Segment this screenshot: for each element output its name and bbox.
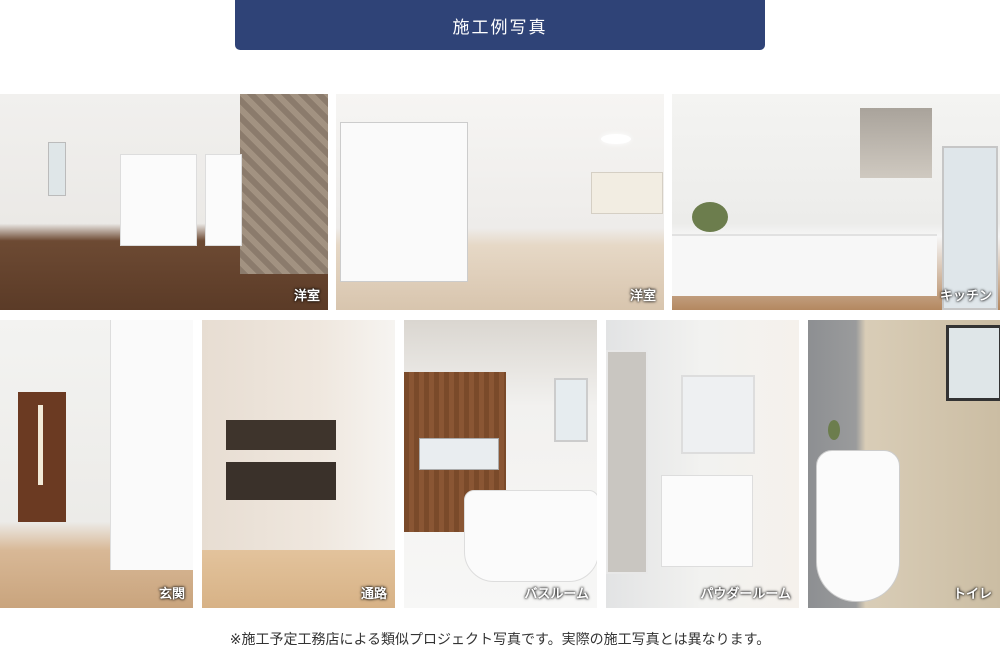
niche-shelf-upper	[226, 420, 336, 450]
window	[554, 378, 588, 442]
photo-entrance: 玄関	[0, 320, 193, 608]
closet-doors	[120, 154, 197, 246]
disclaimer-note: ※施工予定工務店による類似プロジェクト写真です。実際の施工写真とは異なります。	[229, 632, 771, 648]
bathtub	[464, 490, 597, 582]
kitchen-counter	[672, 234, 937, 296]
bathroom-door	[606, 350, 648, 574]
section-title: 施工例写真	[452, 17, 548, 38]
window	[946, 325, 1000, 401]
closet-doors	[340, 122, 468, 282]
closet-door	[205, 154, 242, 246]
photo-caption: キッチン	[939, 289, 992, 304]
bath-mirror	[419, 438, 499, 470]
photo-caption: バスルーム	[524, 587, 589, 602]
photo-powder-room: パウダールーム	[606, 320, 799, 608]
photo-bathroom: バスルーム	[404, 320, 597, 608]
photo-caption: トイレ	[952, 587, 992, 602]
vanity-mirror	[681, 375, 755, 454]
shoe-closet	[110, 320, 193, 570]
photo-kitchen: キッチン	[672, 94, 1000, 310]
photo-western-room-1: 洋室	[0, 94, 328, 310]
door-window	[38, 405, 43, 485]
accent-wall	[240, 94, 328, 274]
range-hood	[860, 108, 932, 178]
toilet	[816, 450, 900, 602]
photo-caption: 洋室	[293, 289, 320, 304]
photo-western-room-2: 洋室	[336, 94, 664, 310]
window	[591, 172, 663, 214]
photo-caption: 玄関	[158, 587, 185, 602]
photo-toilet: トイレ	[808, 320, 1000, 608]
photo-caption: 通路	[360, 587, 387, 602]
niche-shelf-lower	[226, 462, 336, 500]
plant	[828, 420, 840, 440]
photo-hallway: 通路	[202, 320, 395, 608]
section-title-banner: 施工例写真	[235, 0, 765, 50]
photo-caption: パウダールーム	[700, 587, 791, 602]
ceiling-light	[601, 134, 631, 144]
plant	[692, 202, 728, 232]
vanity-cabinet	[661, 475, 753, 567]
window	[48, 142, 66, 196]
photo-caption: 洋室	[629, 289, 656, 304]
